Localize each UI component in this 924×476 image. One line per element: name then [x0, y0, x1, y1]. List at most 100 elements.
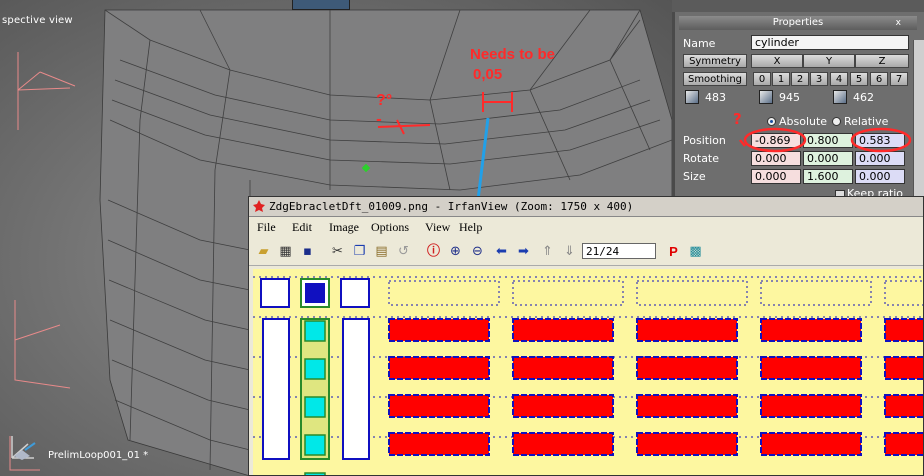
sprite-brick	[884, 356, 923, 380]
properties-title-bar[interactable]: Properties x	[679, 16, 917, 30]
annotation-value: 0,05	[473, 66, 503, 83]
position-label: Position	[683, 134, 726, 147]
sprite-tile	[340, 278, 370, 308]
image-canvas[interactable]	[253, 269, 923, 475]
zoom-in-icon[interactable]: ⊕	[447, 243, 464, 260]
next-icon[interactable]: ➡	[515, 243, 532, 260]
sprite-sheet-image	[253, 276, 923, 475]
sprite-brick	[388, 432, 490, 456]
annotation-dash: -	[376, 112, 382, 128]
sprite-column	[262, 318, 290, 460]
edge-count-icon	[833, 90, 847, 104]
sprite-brick	[760, 394, 862, 418]
last-page-icon[interactable]: ⇓	[561, 243, 578, 260]
irfanview-window[interactable]: ZdgEbracletDft_01009.png - IrfanView (Zo…	[248, 196, 924, 476]
menu-image[interactable]: Image	[329, 220, 359, 235]
relative-radio[interactable]	[832, 117, 841, 126]
sprite-frame	[636, 280, 748, 306]
smoothing-group-7[interactable]: 7	[890, 72, 908, 86]
save-icon[interactable]: ▪	[299, 243, 316, 260]
sprite-frame	[760, 280, 872, 306]
absolute-label: Absolute	[779, 115, 828, 128]
name-label: Name	[683, 37, 716, 50]
vertex-count: 483	[705, 91, 726, 104]
viewport-label: spective view	[2, 15, 73, 26]
sprite-tile	[304, 358, 326, 380]
size-z-input[interactable]: 0.000	[855, 169, 905, 184]
sprite-brick	[884, 318, 923, 342]
smoothing-group-3[interactable]: 3	[810, 72, 828, 86]
prev-icon[interactable]: ⬅	[493, 243, 510, 260]
viewport-top-tab[interactable]	[292, 0, 350, 10]
page-counter-input[interactable]: 21/24	[582, 243, 656, 259]
annotation-angle: ?°	[376, 92, 393, 109]
menu-file[interactable]: File	[257, 220, 276, 235]
properties-close-icon[interactable]: x	[896, 16, 901, 30]
sprite-frame	[388, 280, 500, 306]
name-input[interactable]: cylinder	[751, 35, 909, 50]
irfanview-menu-bar: File Edit Image Options View Help	[249, 217, 923, 237]
vertex-count-icon	[685, 90, 699, 104]
sprite-column	[342, 318, 370, 460]
sprite-tile	[304, 320, 326, 342]
size-y-input[interactable]: 1.600	[803, 169, 853, 184]
sprite-brick	[636, 356, 738, 380]
symmetry-x-button[interactable]: X	[751, 54, 803, 68]
irfanview-toolbar: ▰ ▦ ▪ ✂ ❐ ▤ ↺ ⓘ ⊕ ⊖ ⬅ ➡ ⇑ ⇓ 21/24 P ▩	[249, 239, 923, 266]
paste-icon[interactable]: ▤	[373, 243, 390, 260]
symmetry-z-button[interactable]: Z	[855, 54, 909, 68]
smoothing-group-1[interactable]: 1	[772, 72, 790, 86]
sprite-tile	[305, 283, 325, 303]
sprite-brick	[388, 394, 490, 418]
object-label: PrelimLoop001_01 *	[48, 450, 149, 461]
size-x-input[interactable]: 0.000	[751, 169, 801, 184]
first-page-icon[interactable]: ⇑	[539, 243, 556, 260]
irfanview-title-bar[interactable]: ZdgEbracletDft_01009.png - IrfanView (Zo…	[249, 197, 923, 217]
menu-view[interactable]: View	[425, 220, 450, 235]
sprite-brick	[636, 432, 738, 456]
info-icon[interactable]: ⓘ	[425, 243, 442, 260]
symmetry-button[interactable]: Symmetry	[683, 54, 747, 68]
copy-icon[interactable]: ❐	[351, 243, 368, 260]
sprite-brick	[388, 318, 490, 342]
face-count: 945	[779, 91, 800, 104]
irfanview-app-icon	[253, 200, 265, 212]
position-y-input[interactable]: 0.800	[803, 133, 853, 148]
zoom-out-icon[interactable]: ⊖	[469, 243, 486, 260]
properties-scrollbar[interactable]	[913, 40, 924, 205]
smoothing-group-6[interactable]: 6	[870, 72, 888, 86]
sprite-brick	[512, 394, 614, 418]
rotate-y-input[interactable]: 0.000	[803, 151, 853, 166]
cut-icon[interactable]: ✂	[329, 243, 346, 260]
position-x-input[interactable]: -0.869	[751, 133, 801, 148]
position-z-input[interactable]: 0.583	[855, 133, 905, 148]
sprite-brick	[636, 394, 738, 418]
sprite-brick	[760, 318, 862, 342]
menu-options[interactable]: Options	[371, 220, 409, 235]
sprite-tile	[304, 396, 326, 418]
symmetry-y-button[interactable]: Y	[803, 54, 855, 68]
face-count-icon	[759, 90, 773, 104]
smoothing-button[interactable]: Smoothing	[683, 72, 747, 86]
sprite-brick	[512, 356, 614, 380]
rotate-z-input[interactable]: 0.000	[855, 151, 905, 166]
print-icon[interactable]: P	[665, 243, 682, 260]
menu-edit[interactable]: Edit	[292, 220, 312, 235]
annotation-note: Needs to be	[470, 46, 556, 63]
rotate-x-input[interactable]: 0.000	[751, 151, 801, 166]
properties-annotation-q: ?	[733, 110, 742, 128]
smoothing-group-0[interactable]: 0	[753, 72, 771, 86]
sprite-brick	[884, 432, 923, 456]
smoothing-group-5[interactable]: 5	[850, 72, 868, 86]
paint-icon[interactable]: ▩	[687, 243, 704, 260]
absolute-radio[interactable]	[767, 117, 776, 126]
smoothing-group-4[interactable]: 4	[830, 72, 848, 86]
sprite-frame	[884, 280, 923, 306]
properties-title: Properties	[772, 17, 824, 28]
sprite-brick	[512, 318, 614, 342]
menu-help[interactable]: Help	[459, 220, 482, 235]
smoothing-group-2[interactable]: 2	[791, 72, 809, 86]
undo-icon[interactable]: ↺	[395, 243, 412, 260]
slideshow-icon[interactable]: ▦	[277, 243, 294, 260]
open-icon[interactable]: ▰	[255, 243, 272, 260]
